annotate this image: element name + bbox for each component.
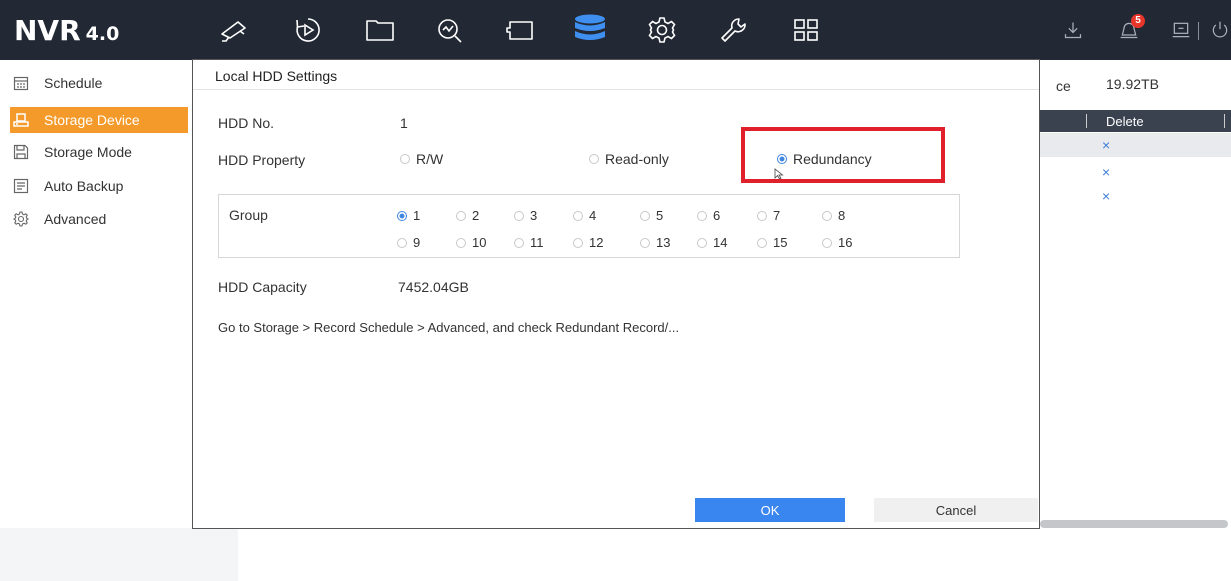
radio-circle-icon [697, 237, 707, 248]
hdd-no-value: 1 [400, 115, 408, 131]
group-label: Group [229, 207, 268, 223]
topbar-divider [1198, 22, 1199, 40]
radio-circle-icon [822, 210, 832, 221]
free-space-value: 19.92TB [1106, 76, 1159, 92]
advanced-icon [12, 210, 30, 228]
group-option-3[interactable]: 3 [514, 208, 537, 223]
hdd-capacity-value: 7452.04GB [398, 279, 469, 295]
group-option-11[interactable]: 11 [514, 235, 544, 250]
dialog-title: Local HDD Settings [215, 68, 338, 84]
group-option-14[interactable]: 14 [697, 235, 727, 250]
app-logo: NVR 4.0 [14, 14, 119, 47]
sidebar-item-storage-device[interactable]: Storage Device [10, 107, 188, 133]
table-row [1040, 133, 1231, 157]
radio-read-only[interactable]: Read-only [589, 151, 669, 167]
radio-selected-icon [397, 210, 407, 221]
radio-circle-icon [697, 210, 707, 221]
column-header-delete: Delete [1106, 114, 1144, 129]
storage-icon[interactable] [570, 14, 610, 46]
column-separator [1224, 114, 1225, 128]
sidebar-item-label: Storage Mode [44, 144, 132, 160]
horizontal-scrollbar[interactable] [1040, 520, 1228, 528]
group-option-2[interactable]: 2 [456, 208, 479, 223]
radio-circle-icon [573, 210, 583, 221]
group-option-16[interactable]: 16 [822, 235, 852, 250]
storage-mode-icon [12, 143, 30, 161]
group-option-15[interactable]: 15 [757, 235, 787, 250]
sidebar-item-auto-backup[interactable]: Auto Backup [10, 173, 188, 199]
group-option-1[interactable]: 1 [397, 208, 420, 223]
sidebar-item-label: Storage Device [44, 112, 140, 128]
local-hdd-settings-dialog: Local HDD Settings HDD No. 1 HDD Propert… [192, 59, 1040, 529]
radio-rw[interactable]: R/W [400, 151, 443, 167]
logo-version: 4.0 [85, 23, 120, 45]
radio-circle-icon [397, 237, 407, 248]
playback-icon[interactable] [288, 14, 328, 46]
sidebar-footer [0, 528, 238, 581]
search-icon[interactable] [430, 14, 470, 46]
group-option-8[interactable]: 8 [822, 208, 845, 223]
top-navigation-bar: NVR 4.0 5 [0, 0, 1231, 60]
column-separator [1086, 114, 1087, 128]
radio-circle-icon [640, 210, 650, 221]
radio-circle-icon [456, 237, 466, 248]
radio-circle-icon [514, 210, 524, 221]
hdd-capacity-label: HDD Capacity [218, 279, 307, 295]
auto-backup-icon [12, 177, 30, 195]
radio-circle-icon [757, 237, 767, 248]
delete-icon[interactable]: × [1102, 188, 1112, 204]
group-option-12[interactable]: 12 [573, 235, 603, 250]
group-option-4[interactable]: 4 [573, 208, 596, 223]
radio-label: Read-only [605, 151, 669, 167]
delete-icon[interactable]: × [1102, 137, 1112, 153]
maintenance-icon[interactable] [714, 14, 754, 46]
cancel-button[interactable]: Cancel [874, 498, 1038, 522]
live-view-icon[interactable] [214, 14, 254, 46]
power-icon[interactable] [1208, 18, 1231, 42]
storage-device-icon [12, 111, 30, 129]
download-icon[interactable] [1060, 18, 1086, 42]
settings-icon[interactable] [642, 14, 682, 46]
notification-badge: 5 [1131, 14, 1145, 28]
menu-grid-icon[interactable] [786, 14, 826, 46]
file-icon[interactable] [360, 14, 400, 46]
radio-circle-icon [822, 237, 832, 248]
group-box: Group 1 2 3 4 5 6 7 8 9 10 11 12 13 14 1… [218, 194, 960, 258]
mouse-cursor-icon [774, 167, 784, 185]
lock-screen-icon[interactable] [1168, 18, 1194, 42]
radio-circle-icon [589, 154, 599, 164]
group-option-5[interactable]: 5 [640, 208, 663, 223]
radio-circle-icon [640, 237, 650, 248]
sidebar-item-schedule[interactable]: Schedule [10, 70, 188, 96]
delete-icon[interactable]: × [1102, 164, 1112, 180]
radio-circle-icon [400, 154, 410, 164]
free-space-label: ce [1056, 78, 1071, 94]
radio-circle-icon [514, 237, 524, 248]
sidebar-item-advanced[interactable]: Advanced [10, 206, 188, 232]
hdd-no-label: HDD No. [218, 115, 275, 131]
sidebar-item-label: Schedule [44, 75, 103, 91]
group-option-7[interactable]: 7 [757, 208, 780, 223]
sidebar-item-label: Advanced [44, 211, 107, 227]
radio-label: R/W [416, 151, 444, 167]
sidebar-item-storage-mode[interactable]: Storage Mode [10, 139, 188, 165]
schedule-icon [12, 74, 30, 92]
sidebar-item-label: Auto Backup [44, 178, 124, 194]
radio-circle-icon [757, 210, 767, 221]
picture-icon[interactable] [500, 14, 540, 46]
hdd-property-label: HDD Property [218, 152, 306, 168]
group-option-6[interactable]: 6 [697, 208, 720, 223]
radio-circle-icon [573, 237, 583, 248]
redundancy-hint-text: Go to Storage > Record Schedule > Advanc… [218, 320, 680, 335]
radio-circle-icon [456, 210, 466, 221]
logo-text: NVR [14, 14, 81, 47]
redundancy-highlight-box [741, 127, 945, 183]
group-option-9[interactable]: 9 [397, 235, 420, 250]
ok-button[interactable]: OK [695, 498, 845, 522]
group-option-10[interactable]: 10 [456, 235, 486, 250]
group-option-13[interactable]: 13 [640, 235, 670, 250]
